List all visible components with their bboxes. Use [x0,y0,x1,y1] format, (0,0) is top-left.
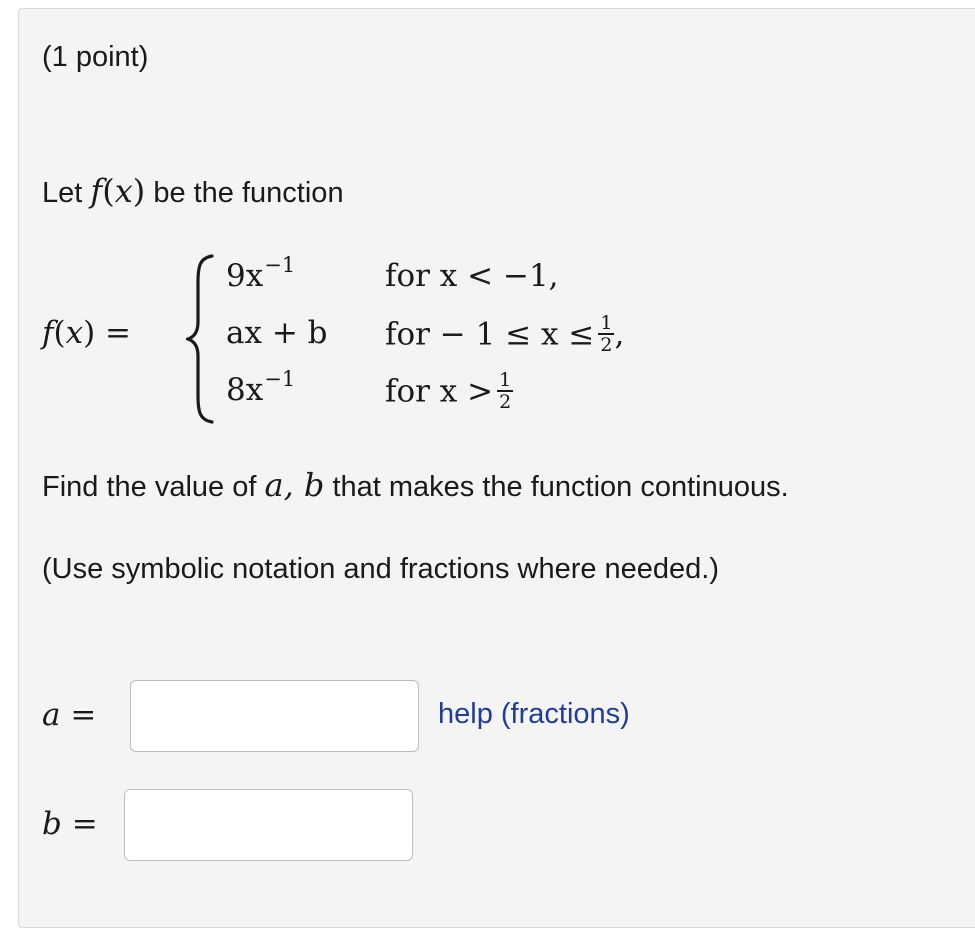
case-1-condition: for x < −1, [385,258,559,294]
intro-before: Let [42,177,83,209]
answer-b-input[interactable] [124,789,413,861]
fraction-one-half: 12 [598,312,615,356]
help-fractions-link[interactable]: help (fractions) [438,697,630,731]
instructions-note: (Use symbolic notation and fractions whe… [42,553,720,585]
fraction-one-half: 12 [497,369,514,413]
points-label: (1 point) [42,41,149,73]
piecewise-brace [186,254,214,424]
case-3-condition: for x >1 2 [385,369,514,413]
case-2-condition: for − 1 ≤ x ≤1 2, [385,312,625,356]
question-text: Find the value of a, b that makes the fu… [42,466,789,504]
question-vars: a, b [264,466,325,504]
case-1-expr: 9x−1 [226,253,296,294]
answer-a-input[interactable] [130,680,419,752]
case-3-expr: 8x−1 [226,367,296,408]
answer-b-label: b = [42,806,98,842]
intro-line: Let f(x) be the function [42,172,344,210]
case-2-expr: ax + b [226,315,328,351]
intro-fx: f [90,172,103,210]
answer-a-label: a = [42,697,97,733]
definition-lhs: f(x) = [42,315,132,351]
intro-after: be the function [153,177,344,209]
